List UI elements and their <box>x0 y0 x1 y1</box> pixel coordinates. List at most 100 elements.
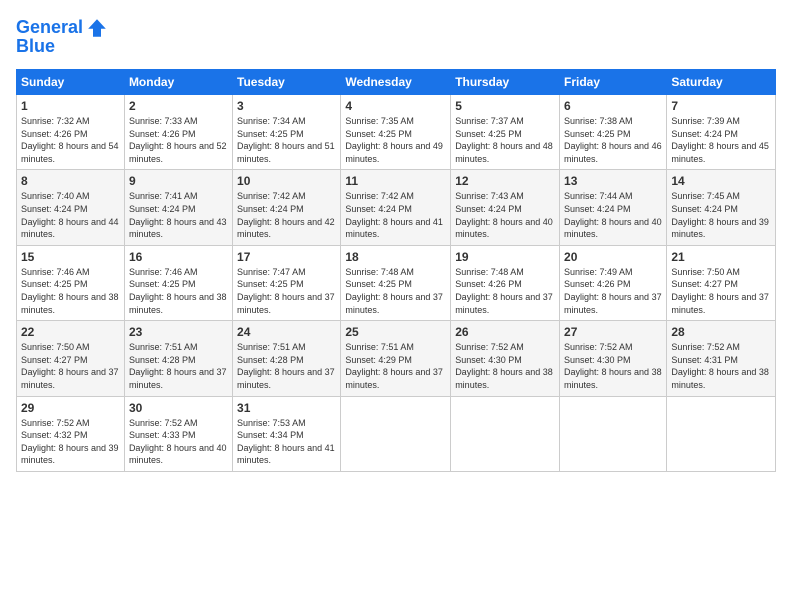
weekday-header-monday: Monday <box>124 70 232 95</box>
calendar-cell: 26 Sunrise: 7:52 AMSunset: 4:30 PMDayligh… <box>451 321 560 396</box>
day-number: 15 <box>21 250 120 264</box>
logo-text: General <box>16 18 83 38</box>
calendar-cell: 11 Sunrise: 7:42 AMSunset: 4:24 PMDayligh… <box>341 170 451 245</box>
calendar-cell <box>451 396 560 471</box>
day-info: Sunrise: 7:50 AMSunset: 4:27 PMDaylight:… <box>671 266 771 316</box>
weekday-header-wednesday: Wednesday <box>341 70 451 95</box>
day-number: 27 <box>564 325 662 339</box>
day-info: Sunrise: 7:51 AMSunset: 4:29 PMDaylight:… <box>345 341 446 391</box>
calendar-cell: 1 Sunrise: 7:32 AMSunset: 4:26 PMDaylight… <box>17 95 125 170</box>
day-number: 3 <box>237 99 336 113</box>
day-number: 31 <box>237 401 336 415</box>
weekday-header-friday: Friday <box>560 70 667 95</box>
day-info: Sunrise: 7:51 AMSunset: 4:28 PMDaylight:… <box>129 341 228 391</box>
logo-icon <box>85 16 109 40</box>
calendar-cell: 13Sunrise: 7:44 AMSunset: 4:24 PMDayligh… <box>560 170 667 245</box>
calendar-cell: 5Sunrise: 7:37 AMSunset: 4:25 PMDaylight… <box>451 95 560 170</box>
calendar-cell: 19 Sunrise: 7:48 AMSunset: 4:26 PMDayligh… <box>451 245 560 320</box>
day-number: 11 <box>345 174 446 188</box>
calendar-cell: 18 Sunrise: 7:48 AMSunset: 4:25 PMDayligh… <box>341 245 451 320</box>
day-info: Sunrise: 7:53 AMSunset: 4:34 PMDaylight:… <box>237 417 336 467</box>
day-number: 14 <box>671 174 771 188</box>
calendar-cell: 15 Sunrise: 7:46 AMSunset: 4:25 PMDayligh… <box>17 245 125 320</box>
day-number: 5 <box>455 99 555 113</box>
day-info: Sunrise: 7:34 AMSunset: 4:25 PMDaylight:… <box>237 115 336 165</box>
day-info: Sunrise: 7:51 AMSunset: 4:28 PMDaylight:… <box>237 341 336 391</box>
day-number: 24 <box>237 325 336 339</box>
day-number: 30 <box>129 401 228 415</box>
day-number: 22 <box>21 325 120 339</box>
day-number: 18 <box>345 250 446 264</box>
day-info: Sunrise: 7:38 AMSunset: 4:25 PMDaylight:… <box>564 115 662 165</box>
day-number: 7 <box>671 99 771 113</box>
day-info: Sunrise: 7:43 AMSunset: 4:24 PMDaylight:… <box>455 190 555 240</box>
calendar-cell: 6 Sunrise: 7:38 AMSunset: 4:25 PMDaylight… <box>560 95 667 170</box>
day-info: Sunrise: 7:52 AMSunset: 4:33 PMDaylight:… <box>129 417 228 467</box>
day-info: Sunrise: 7:46 AMSunset: 4:25 PMDaylight:… <box>21 266 120 316</box>
calendar-cell: 31 Sunrise: 7:53 AMSunset: 4:34 PMDayligh… <box>233 396 341 471</box>
calendar-cell: 25 Sunrise: 7:51 AMSunset: 4:29 PMDayligh… <box>341 321 451 396</box>
calendar-table: SundayMondayTuesdayWednesdayThursdayFrid… <box>16 69 776 472</box>
calendar-cell: 12 Sunrise: 7:43 AMSunset: 4:24 PMDayligh… <box>451 170 560 245</box>
calendar-cell <box>560 396 667 471</box>
calendar-week-4: 22 Sunrise: 7:50 AMSunset: 4:27 PMDayligh… <box>17 321 776 396</box>
calendar-cell: 10Sunrise: 7:42 AMSunset: 4:24 PMDayligh… <box>233 170 341 245</box>
calendar-cell: 16 Sunrise: 7:46 AMSunset: 4:25 PMDayligh… <box>124 245 232 320</box>
day-info: Sunrise: 7:50 AMSunset: 4:27 PMDaylight:… <box>21 341 120 391</box>
day-number: 6 <box>564 99 662 113</box>
day-info: Sunrise: 7:33 AMSunset: 4:26 PMDaylight:… <box>129 115 228 165</box>
day-number: 28 <box>671 325 771 339</box>
day-info: Sunrise: 7:48 AMSunset: 4:26 PMDaylight:… <box>455 266 555 316</box>
day-info: Sunrise: 7:52 AMSunset: 4:32 PMDaylight:… <box>21 417 120 467</box>
day-number: 26 <box>455 325 555 339</box>
day-info: Sunrise: 7:49 AMSunset: 4:26 PMDaylight:… <box>564 266 662 316</box>
calendar-cell: 28Sunrise: 7:52 AMSunset: 4:31 PMDayligh… <box>667 321 776 396</box>
day-number: 9 <box>129 174 228 188</box>
day-number: 16 <box>129 250 228 264</box>
weekday-header-row: SundayMondayTuesdayWednesdayThursdayFrid… <box>17 70 776 95</box>
day-number: 29 <box>21 401 120 415</box>
weekday-header-thursday: Thursday <box>451 70 560 95</box>
day-number: 1 <box>21 99 120 113</box>
day-info: Sunrise: 7:52 AMSunset: 4:30 PMDaylight:… <box>455 341 555 391</box>
calendar-cell: 29 Sunrise: 7:52 AMSunset: 4:32 PMDayligh… <box>17 396 125 471</box>
day-info: Sunrise: 7:41 AMSunset: 4:24 PMDaylight:… <box>129 190 228 240</box>
day-info: Sunrise: 7:32 AMSunset: 4:26 PMDaylight:… <box>21 115 120 165</box>
calendar-cell: 8Sunrise: 7:40 AMSunset: 4:24 PMDaylight… <box>17 170 125 245</box>
day-number: 25 <box>345 325 446 339</box>
day-number: 10 <box>237 174 336 188</box>
page-container: General Blue SundayMondayTuesdayWednesda… <box>0 0 792 482</box>
calendar-cell: 30 Sunrise: 7:52 AMSunset: 4:33 PMDayligh… <box>124 396 232 471</box>
day-info: Sunrise: 7:48 AMSunset: 4:25 PMDaylight:… <box>345 266 446 316</box>
day-info: Sunrise: 7:35 AMSunset: 4:25 PMDaylight:… <box>345 115 446 165</box>
day-number: 17 <box>237 250 336 264</box>
calendar-cell <box>341 396 451 471</box>
calendar-cell: 2 Sunrise: 7:33 AMSunset: 4:26 PMDaylight… <box>124 95 232 170</box>
calendar-cell: 24 Sunrise: 7:51 AMSunset: 4:28 PMDayligh… <box>233 321 341 396</box>
weekday-header-saturday: Saturday <box>667 70 776 95</box>
weekday-header-tuesday: Tuesday <box>233 70 341 95</box>
day-info: Sunrise: 7:46 AMSunset: 4:25 PMDaylight:… <box>129 266 228 316</box>
day-info: Sunrise: 7:47 AMSunset: 4:25 PMDaylight:… <box>237 266 336 316</box>
day-number: 4 <box>345 99 446 113</box>
calendar-week-1: 1 Sunrise: 7:32 AMSunset: 4:26 PMDaylight… <box>17 95 776 170</box>
day-info: Sunrise: 7:42 AMSunset: 4:24 PMDaylight:… <box>345 190 446 240</box>
day-number: 20 <box>564 250 662 264</box>
page-header: General Blue <box>16 16 776 57</box>
calendar-cell: 3 Sunrise: 7:34 AMSunset: 4:25 PMDaylight… <box>233 95 341 170</box>
calendar-cell: 22 Sunrise: 7:50 AMSunset: 4:27 PMDayligh… <box>17 321 125 396</box>
day-number: 12 <box>455 174 555 188</box>
logo: General Blue <box>16 16 109 57</box>
day-number: 19 <box>455 250 555 264</box>
calendar-cell: 23Sunrise: 7:51 AMSunset: 4:28 PMDayligh… <box>124 321 232 396</box>
weekday-header-sunday: Sunday <box>17 70 125 95</box>
calendar-cell <box>667 396 776 471</box>
day-number: 2 <box>129 99 228 113</box>
day-info: Sunrise: 7:39 AMSunset: 4:24 PMDaylight:… <box>671 115 771 165</box>
day-info: Sunrise: 7:45 AMSunset: 4:24 PMDaylight:… <box>671 190 771 240</box>
calendar-cell: 20 Sunrise: 7:49 AMSunset: 4:26 PMDayligh… <box>560 245 667 320</box>
day-info: Sunrise: 7:44 AMSunset: 4:24 PMDaylight:… <box>564 190 662 240</box>
calendar-cell: 14 Sunrise: 7:45 AMSunset: 4:24 PMDayligh… <box>667 170 776 245</box>
calendar-week-5: 29 Sunrise: 7:52 AMSunset: 4:32 PMDayligh… <box>17 396 776 471</box>
calendar-cell: 9 Sunrise: 7:41 AMSunset: 4:24 PMDaylight… <box>124 170 232 245</box>
